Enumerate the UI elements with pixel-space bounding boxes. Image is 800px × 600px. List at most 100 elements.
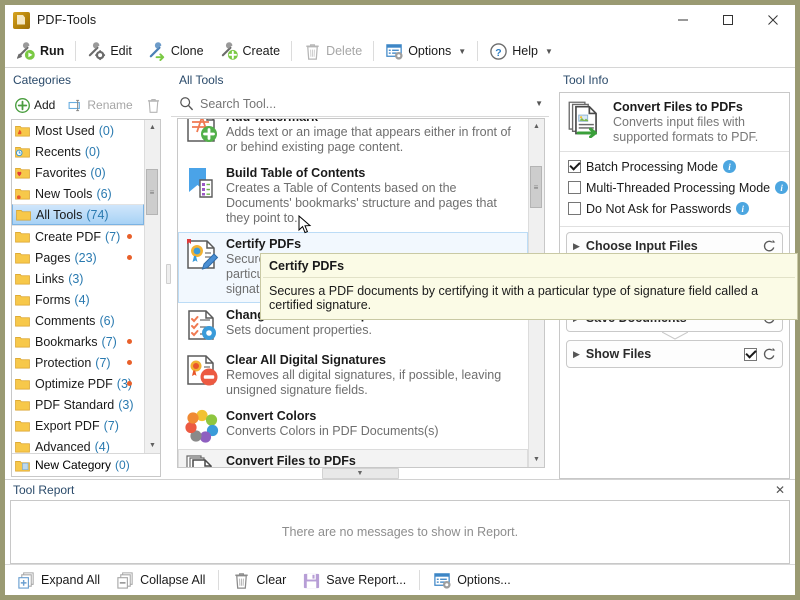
category-label: All Tools xyxy=(36,208,82,222)
reset-icon[interactable] xyxy=(761,238,778,255)
folder-alltools-icon xyxy=(16,208,31,221)
category-item-advanced[interactable]: Advanced (4) xyxy=(12,436,144,453)
toolbar-run-button[interactable]: Run xyxy=(9,36,72,66)
tools-pane-title: All Tools xyxy=(171,68,549,91)
clone-wrench-icon xyxy=(148,42,167,61)
clear-report-button[interactable]: Clear xyxy=(225,567,293,594)
rename-category-button[interactable]: Rename xyxy=(62,94,137,117)
toolbar-create-button[interactable]: Create xyxy=(212,36,289,66)
category-item-optimize-pdf[interactable]: Optimize PDF (3) xyxy=(12,373,144,394)
tools-horizontal-scrollbar[interactable]: ▼ xyxy=(171,468,549,479)
tool-item-build-table-of-contents[interactable]: Build Table of Contents Creates a Table … xyxy=(178,161,528,232)
close-button[interactable] xyxy=(750,5,795,35)
collapse-all-button[interactable]: Collapse All xyxy=(109,567,212,594)
info-icon[interactable]: i xyxy=(723,160,736,173)
folder-icon xyxy=(15,419,30,432)
tool-item-convert-colors[interactable]: Convert Colors Converts Colors in PDF Do… xyxy=(178,404,528,449)
toolbar-delete-button[interactable]: Delete xyxy=(295,36,370,66)
option-do-not-ask-for-passwords[interactable]: Do Not Ask for Passwords i xyxy=(560,198,789,219)
category-item-new-tools[interactable]: New Tools (6) xyxy=(12,183,144,204)
tool-report-body: There are no messages to show in Report. xyxy=(10,500,790,564)
category-item-create-pdf[interactable]: Create PDF (7) xyxy=(12,225,144,247)
scroll-thumb[interactable]: ≡ xyxy=(146,169,158,215)
category-item-favorites[interactable]: Favorites (0) xyxy=(12,162,144,183)
categories-scrollbar[interactable]: ▲ ≡ ▼ xyxy=(144,120,160,453)
chevron-down-icon[interactable]: ▼ xyxy=(535,99,543,108)
info-icon[interactable]: i xyxy=(736,202,749,215)
category-item-pdf-standard[interactable]: PDF Standard (3) xyxy=(12,394,144,415)
section-show-files[interactable]: ▶ Show Files xyxy=(566,340,783,368)
convert-colors-icon xyxy=(185,409,219,443)
scroll-up-button[interactable]: ▲ xyxy=(145,120,160,135)
category-count: (7) xyxy=(105,230,120,244)
category-item-export-pdf[interactable]: Export PDF (7) xyxy=(12,415,144,436)
category-item-most-used[interactable]: Most Used (0) xyxy=(12,120,144,141)
category-item-protection[interactable]: Protection (7) xyxy=(12,352,144,373)
category-item-forms[interactable]: Forms (4) xyxy=(12,289,144,310)
new-category-row[interactable]: New Category (0) xyxy=(12,453,160,476)
category-label: Recents xyxy=(35,145,81,159)
folder-icon xyxy=(15,293,30,306)
category-item-pages[interactable]: Pages (23) xyxy=(12,247,144,268)
toolbar-separator xyxy=(291,41,292,61)
reset-icon[interactable] xyxy=(761,346,778,363)
section-checkbox[interactable] xyxy=(744,348,757,361)
option-batch-processing-mode[interactable]: Batch Processing Mode i xyxy=(560,156,789,177)
scroll-down-button[interactable]: ▼ xyxy=(145,438,160,453)
category-item-comments[interactable]: Comments (6) xyxy=(12,310,144,331)
tool-item-add-watermark[interactable]: Add Watermark Adds text or an image that… xyxy=(178,119,528,161)
scroll-thumb[interactable]: ≡ xyxy=(530,166,542,208)
checkbox[interactable] xyxy=(568,202,581,215)
trash-icon xyxy=(145,97,162,114)
scroll-up-button[interactable]: ▲ xyxy=(529,119,544,134)
watermark-icon xyxy=(185,119,219,144)
checkbox[interactable] xyxy=(568,160,581,173)
horizontal-scroll-thumb[interactable]: ▼ xyxy=(322,468,399,479)
report-options-button[interactable]: Options... xyxy=(426,567,518,594)
new-indicator-dot xyxy=(127,360,132,365)
maximize-button[interactable] xyxy=(705,5,750,35)
toolbar-separator xyxy=(477,41,478,61)
tool-item-convert-files-to-pdfs[interactable]: Convert Files to PDFs Converts input fil… xyxy=(178,449,528,467)
toolbar-edit-button[interactable]: Edit xyxy=(79,36,140,66)
option-multi-threaded-processing-mode[interactable]: Multi-Threaded Processing Mode i xyxy=(560,177,789,198)
clear-report-label: Clear xyxy=(256,573,286,587)
save-report-button[interactable]: Save Report... xyxy=(295,567,413,594)
category-count: (0) xyxy=(85,145,100,159)
minimize-button[interactable] xyxy=(660,5,705,35)
toolbar-clone-button[interactable]: Clone xyxy=(140,36,212,66)
expand-all-icon xyxy=(17,571,36,590)
chevron-right-icon[interactable]: ▶ xyxy=(573,241,580,252)
category-item-links[interactable]: Links (3) xyxy=(12,268,144,289)
add-category-button[interactable]: Add xyxy=(9,94,60,117)
close-icon[interactable]: ✕ xyxy=(771,483,789,497)
category-count: (6) xyxy=(99,314,114,328)
scroll-track[interactable]: ≡ xyxy=(145,135,160,438)
options-icon xyxy=(385,42,404,61)
expand-all-label: Expand All xyxy=(41,573,100,587)
tooltip-body: Secures a PDF documents by certifying it… xyxy=(261,278,797,319)
category-count: (4) xyxy=(95,440,110,454)
tool-item-clear-all-digital-signatures[interactable]: Clear All Digital Signatures Removes all… xyxy=(178,348,528,404)
info-icon[interactable]: i xyxy=(775,181,788,194)
section-label: Choose Input Files xyxy=(586,239,761,253)
category-count: (23) xyxy=(74,251,96,265)
category-item-all-tools[interactable]: All Tools (74) xyxy=(12,204,144,225)
scroll-down-button[interactable]: ▼ xyxy=(529,452,544,467)
search-input[interactable] xyxy=(198,96,532,112)
toolbar-help-button[interactable]: ? Help ▼ xyxy=(481,36,561,66)
toolbar-options-button[interactable]: Options ▼ xyxy=(377,36,474,66)
chevron-right-icon[interactable]: ▶ xyxy=(573,349,580,360)
checkbox[interactable] xyxy=(568,181,581,194)
delete-category-button[interactable] xyxy=(140,94,167,117)
category-label: Export PDF xyxy=(35,419,100,433)
category-item-bookmarks[interactable]: Bookmarks (7) xyxy=(12,331,144,352)
folder-icon xyxy=(15,314,30,327)
category-item-recents[interactable]: Recents (0) xyxy=(12,141,144,162)
category-count: (7) xyxy=(104,419,119,433)
categories-list[interactable]: Most Used (0) Recents (0) xyxy=(12,120,144,453)
change-props-icon xyxy=(185,308,219,342)
category-count: (7) xyxy=(102,335,117,349)
expand-all-button[interactable]: Expand All xyxy=(10,567,107,594)
new-indicator-dot xyxy=(127,381,132,386)
